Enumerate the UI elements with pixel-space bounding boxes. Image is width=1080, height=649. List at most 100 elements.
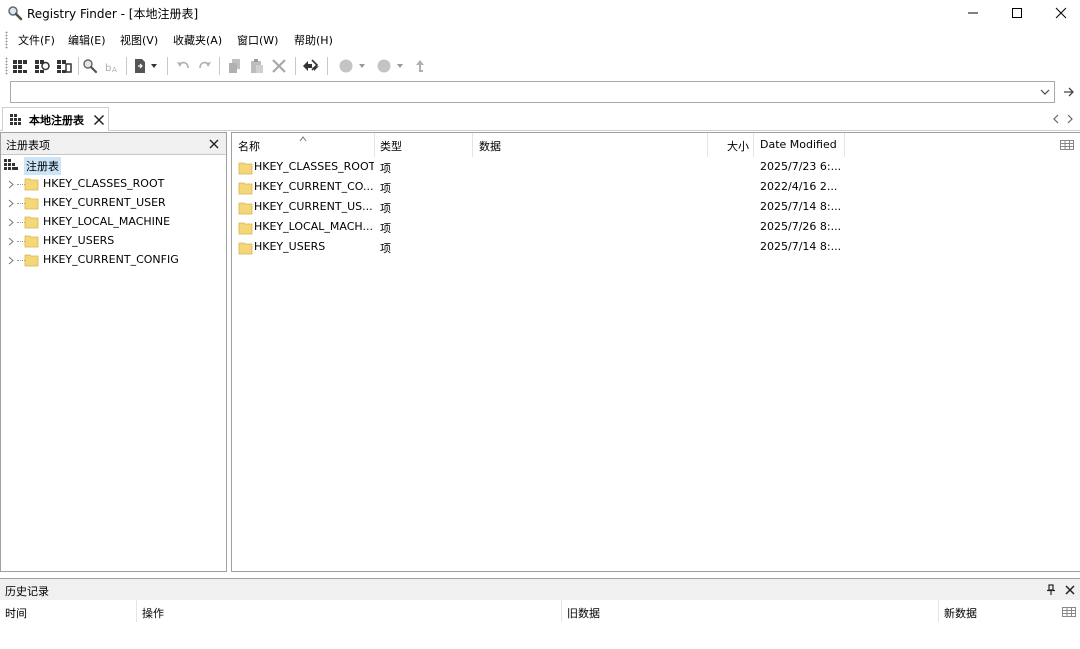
tree-item-hkey-local-machine[interactable]: HKEY_LOCAL_MACHINE (6, 213, 221, 231)
folder-icon (24, 233, 40, 252)
list-row[interactable]: HKEY_LOCAL_MACH... 项 2025/7/26 8:... (232, 217, 852, 237)
column-header-type[interactable]: 类型 (375, 133, 473, 157)
menu-view[interactable]: 视图(V) (120, 32, 158, 48)
folder-icon (24, 214, 40, 233)
column-chooser-icon[interactable] (1060, 139, 1074, 153)
list-row[interactable]: HKEY_USERS 项 2025/7/14 8:... (232, 237, 852, 257)
delete-icon[interactable] (269, 56, 289, 76)
undo-icon[interactable] (173, 56, 193, 76)
close-window-button[interactable] (1038, 0, 1080, 26)
export-dropdown-chevron-down-icon[interactable] (147, 56, 161, 76)
address-input[interactable] (13, 83, 1023, 101)
menu-help[interactable]: 帮助(H) (294, 32, 333, 48)
row-type: 项 (380, 182, 391, 195)
tab-scroll-left-icon[interactable] (1052, 113, 1060, 127)
pin-icon[interactable] (1044, 583, 1058, 597)
folder-icon (238, 240, 254, 259)
tree-item-hkey-users[interactable]: HKEY_USERS (6, 232, 221, 250)
registry-grid-icon (10, 114, 24, 129)
row-type: 项 (380, 242, 391, 255)
tree-item-hkey-classes-root[interactable]: HKEY_CLASSES_ROOT (6, 175, 221, 193)
folder-icon (24, 252, 40, 271)
paste-icon[interactable] (247, 56, 267, 76)
menu-bar: 文件(F) 编辑(E) 视图(V) 收藏夹(A) 窗口(W) 帮助(H) (0, 29, 1080, 51)
redo-icon[interactable] (195, 56, 215, 76)
tab-local-registry[interactable]: 本地注册表 (2, 107, 109, 131)
copy-icon[interactable] (225, 56, 245, 76)
tree-item-hkey-current-config[interactable]: HKEY_CURRENT_CONFIG (6, 251, 221, 269)
column-header-date-modified[interactable]: Date Modified (754, 133, 845, 157)
svg-text:b: b (105, 63, 111, 74)
list-row[interactable]: HKEY_CURRENT_US... 项 2025/7/14 8:... (232, 197, 852, 217)
list-row[interactable]: HKEY_CLASSES_ROOT 项 2025/7/23 6:... (232, 157, 852, 177)
minimize-button[interactable] (950, 0, 996, 26)
tree-pane-header: 注册表项 (1, 133, 226, 155)
document-tab-strip: 本地注册表 (0, 107, 1080, 131)
registry-grid-icon (4, 158, 18, 175)
history-column-operation[interactable]: 操作 (137, 600, 562, 622)
magnifier-icon (7, 5, 23, 21)
address-bar (10, 81, 1055, 103)
history-column-time[interactable]: 时间 (0, 600, 137, 622)
tab-close-icon[interactable] (92, 113, 106, 127)
toolbar-grip[interactable] (5, 57, 8, 75)
window-title: Registry Finder - [本地注册表] (27, 7, 199, 21)
row-name: HKEY_CURRENT_CO... (254, 180, 374, 193)
row-date: 2025/7/14 8:... (760, 240, 842, 253)
list-view-pane: 名称 类型 数据 大小 Date Modified HKEY_CLASSES_R… (231, 132, 1080, 572)
back-history-chevron-down-icon[interactable] (355, 56, 369, 76)
replace-icon[interactable]: bA (102, 56, 122, 76)
go-arrow-icon[interactable] (1062, 85, 1076, 99)
row-type: 项 (380, 162, 391, 175)
history-title: 历史记录 (5, 585, 49, 598)
tab-scroll-right-icon[interactable] (1066, 113, 1074, 127)
row-name: HKEY_CLASSES_ROOT (254, 160, 374, 173)
registry-tree-icon[interactable] (10, 56, 30, 76)
menu-window[interactable]: 窗口(W) (237, 32, 278, 48)
maximize-button[interactable] (994, 0, 1040, 26)
menu-edit[interactable]: 编辑(E) (68, 32, 106, 48)
row-date: 2025/7/26 8:... (760, 220, 842, 233)
menu-file[interactable]: 文件(F) (18, 32, 55, 48)
remote-registry-icon[interactable] (32, 56, 52, 76)
tree-item-label: HKEY_USERS (43, 234, 115, 247)
list-row[interactable]: HKEY_CURRENT_CO... 项 2022/4/16 2... (232, 177, 852, 197)
address-dropdown-chevron-down-icon[interactable] (1038, 84, 1052, 100)
forward-history-chevron-down-icon[interactable] (393, 56, 407, 76)
tree-pane-close-icon[interactable] (207, 137, 221, 151)
tree-item-label: HKEY_CLASSES_ROOT (43, 177, 165, 190)
find-icon[interactable] (80, 56, 100, 76)
row-date: 2025/7/23 6:... (760, 160, 842, 173)
menu-grip[interactable] (5, 31, 8, 49)
up-level-icon[interactable] (410, 56, 430, 76)
row-name: HKEY_LOCAL_MACH... (254, 220, 373, 233)
title-bar: Registry Finder - [本地注册表] (0, 0, 1080, 26)
menu-favorites[interactable]: 收藏夹(A) (173, 32, 222, 48)
expand-chevron-right-icon[interactable] (6, 254, 16, 266)
expand-chevron-right-icon[interactable] (6, 178, 16, 190)
folder-icon (24, 195, 40, 214)
forward-icon[interactable] (374, 56, 394, 76)
folder-icon (24, 176, 40, 195)
column-header-size[interactable]: 大小 (708, 133, 754, 157)
offline-registry-icon[interactable] (54, 56, 74, 76)
expand-chevron-right-icon[interactable] (6, 197, 16, 209)
refresh-icon[interactable] (301, 56, 321, 76)
tree-root-label: 注册表 (24, 157, 61, 175)
tree-item-label: HKEY_CURRENT_USER (43, 196, 166, 209)
history-column-old-data[interactable]: 旧数据 (562, 600, 939, 622)
row-date: 2022/4/16 2... (760, 180, 838, 193)
expand-chevron-right-icon[interactable] (6, 216, 16, 228)
row-date: 2025/7/14 8:... (760, 200, 842, 213)
expand-chevron-right-icon[interactable] (6, 235, 16, 247)
back-icon[interactable] (336, 56, 356, 76)
history-column-chooser-icon[interactable] (1062, 606, 1076, 620)
history-column-new-data[interactable]: 新数据 (939, 600, 1049, 622)
registry-tree-pane: 注册表项 注册表 HKEY_CLASSES_ROOT HKEY_CURRENT_… (0, 132, 227, 572)
column-header-data[interactable]: 数据 (473, 133, 708, 157)
column-header-name[interactable]: 名称 (232, 133, 375, 157)
history-close-icon[interactable] (1063, 583, 1077, 597)
tab-label: 本地注册表 (29, 114, 84, 127)
tree-pane-title: 注册表项 (6, 139, 50, 152)
tree-item-hkey-current-user[interactable]: HKEY_CURRENT_USER (6, 194, 221, 212)
